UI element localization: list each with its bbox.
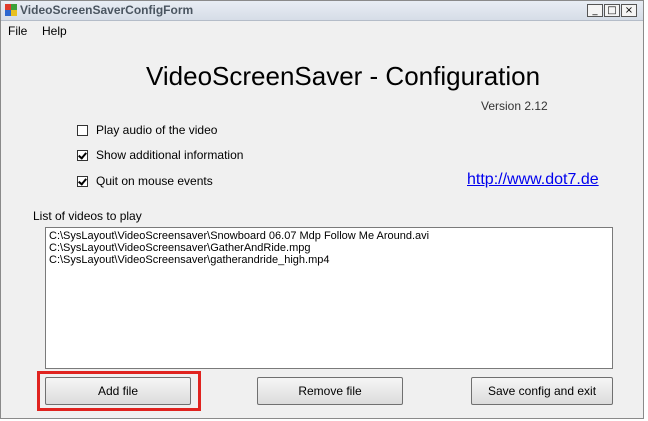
minimize-button[interactable]: _: [587, 4, 603, 17]
play-audio-option[interactable]: Play audio of the video: [77, 122, 217, 138]
menu-file[interactable]: File: [8, 24, 27, 38]
add-file-button[interactable]: Add file: [45, 377, 191, 405]
close-button[interactable]: ×: [621, 4, 637, 17]
list-item[interactable]: C:\SysLayout\VideoScreensaver\GatherAndR…: [49, 242, 609, 254]
play-audio-checkbox[interactable]: [77, 124, 88, 136]
maximize-button[interactable]: □: [604, 4, 620, 17]
videos-listbox[interactable]: C:\SysLayout\VideoScreensaver\Snowboard …: [45, 227, 613, 369]
website-link[interactable]: http://www.dot7.de: [467, 171, 599, 189]
quit-mouse-option[interactable]: Quit on mouse events: [77, 173, 213, 189]
app-icon: [5, 4, 17, 16]
config-window: VideoScreenSaverConfigForm _ □ × File He…: [0, 0, 644, 419]
show-info-option[interactable]: Show additional information: [77, 147, 243, 163]
window-title: VideoScreenSaverConfigForm: [20, 3, 194, 17]
remove-file-button[interactable]: Remove file: [257, 377, 403, 405]
videos-list-label: List of videos to play: [33, 209, 142, 223]
save-config-button[interactable]: Save config and exit: [471, 377, 613, 405]
window-controls: _ □ ×: [586, 4, 637, 17]
play-audio-label: Play audio of the video: [96, 123, 218, 137]
menu-bar: File Help: [1, 21, 643, 41]
quit-mouse-checkbox[interactable]: [77, 175, 88, 187]
menu-help[interactable]: Help: [42, 24, 67, 38]
quit-mouse-label: Quit on mouse events: [96, 174, 213, 188]
list-item[interactable]: C:\SysLayout\VideoScreensaver\Snowboard …: [49, 230, 609, 242]
show-info-checkbox[interactable]: [77, 149, 88, 161]
show-info-label: Show additional information: [96, 148, 244, 162]
list-item[interactable]: C:\SysLayout\VideoScreensaver\gatherandr…: [49, 254, 609, 266]
title-bar[interactable]: VideoScreenSaverConfigForm _ □ ×: [1, 1, 643, 21]
version-label: Version 2.12: [481, 99, 548, 113]
page-title: VideoScreenSaver - Configuration: [146, 61, 541, 91]
